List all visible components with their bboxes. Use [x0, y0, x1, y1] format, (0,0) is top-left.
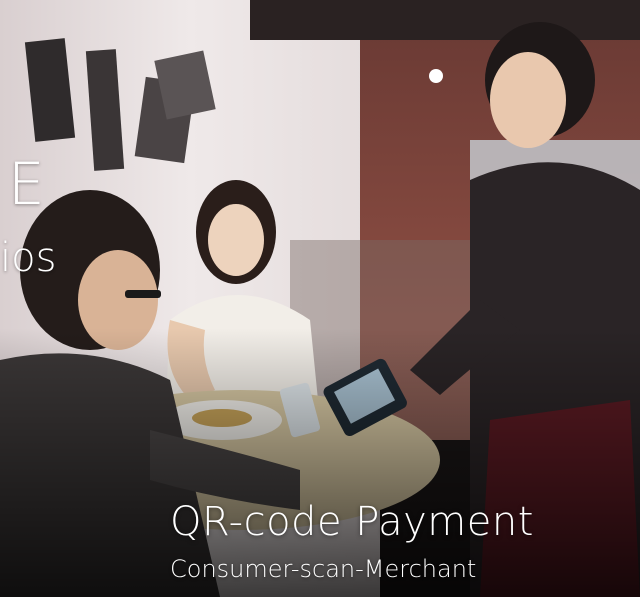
cropped-heading-fragment: ios [0, 235, 57, 281]
slide-subtitle: Consumer-scan-Merchant [170, 555, 477, 583]
cropped-heading-letter: E [8, 150, 45, 218]
slide-title: QR-code Payment [170, 499, 534, 545]
